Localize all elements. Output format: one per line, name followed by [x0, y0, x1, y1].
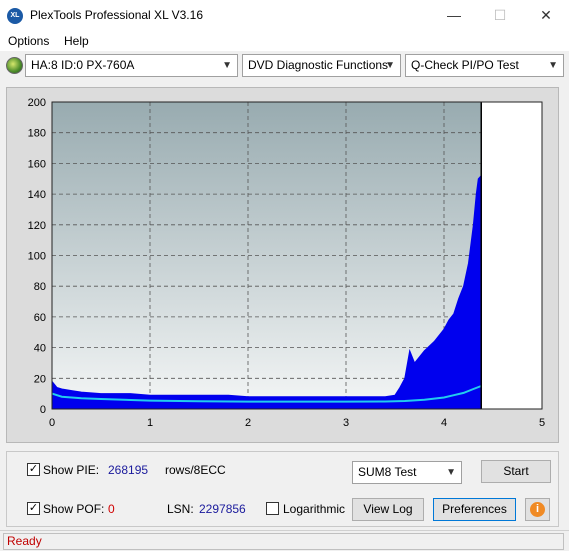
y-tick-label: 40 [34, 343, 46, 355]
x-tick-label: 0 [49, 417, 55, 429]
pie-unit: rows/8ECC [165, 463, 226, 477]
y-tick-label: 100 [28, 251, 46, 263]
y-tick-label: 20 [34, 373, 46, 385]
x-axis-ticks: 0 1 2 3 4 5 [49, 417, 545, 429]
function-select-value: DVD Diagnostic Functions [248, 58, 389, 72]
test-select-value: Q-Check PI/PO Test [411, 58, 519, 72]
start-button[interactable]: Start [481, 460, 551, 483]
chevron-down-icon: ▼ [548, 60, 558, 71]
y-tick-label: 120 [28, 220, 46, 232]
sum-test-value: SUM8 Test [358, 465, 417, 479]
menu-bar: Options Help [0, 31, 569, 51]
y-tick-label: 200 [28, 97, 46, 109]
drive-select[interactable]: HA:8 ID:0 PX-760A ▼ [25, 54, 238, 77]
show-pie-checkbox[interactable]: ✓ [27, 463, 40, 476]
y-tick-label: 160 [28, 158, 46, 170]
x-tick-label: 5 [539, 417, 545, 429]
info-button[interactable]: i [525, 498, 550, 521]
x-tick-label: 1 [147, 417, 153, 429]
view-log-button[interactable]: View Log [352, 498, 424, 521]
chart-panel: 0 20 40 60 80 100 120 140 160 180 200 0 1 2 3 4 5 [6, 87, 559, 443]
y-tick-label: 60 [34, 312, 46, 324]
show-pof-checkbox[interactable]: ✓ [27, 502, 40, 515]
y-tick-label: 180 [28, 128, 46, 140]
test-select[interactable]: Q-Check PI/PO Test ▼ [405, 54, 564, 77]
logarithmic-label: Logarithmic [283, 502, 346, 516]
maximize-icon[interactable]: ☐ [477, 0, 523, 31]
x-tick-label: 4 [441, 417, 447, 429]
x-tick-label: 3 [343, 417, 349, 429]
chevron-down-icon: ▼ [385, 60, 395, 71]
show-pof-label: Show POF: [43, 502, 105, 516]
close-icon[interactable]: ✕ [523, 0, 569, 31]
preferences-button[interactable]: Preferences [433, 498, 516, 521]
unused-area [481, 102, 542, 409]
lsn-label: LSN: [167, 502, 194, 516]
toolbar: HA:8 ID:0 PX-760A ▼ DVD Diagnostic Funct… [0, 52, 569, 80]
drive-select-value: HA:8 ID:0 PX-760A [31, 58, 135, 72]
chevron-down-icon: ▼ [222, 60, 232, 71]
menu-help[interactable]: Help [64, 34, 89, 48]
status-bar: Ready [0, 530, 569, 551]
options-panel: ✓ Show PIE: 268195 rows/8ECC SUM8 Test ▼… [6, 451, 559, 527]
disc-icon [6, 57, 23, 74]
x-tick-label: 2 [245, 417, 251, 429]
y-tick-label: 140 [28, 189, 46, 201]
y-axis-ticks: 0 20 40 60 80 100 120 140 160 180 200 [28, 97, 46, 416]
y-tick-label: 80 [34, 281, 46, 293]
window-title: PlexTools Professional XL V3.16 [30, 8, 203, 22]
y-tick-label: 0 [40, 404, 46, 416]
status-text: Ready [3, 533, 564, 550]
minimize-icon[interactable]: — [431, 0, 477, 31]
lsn-value: 2297856 [199, 502, 246, 516]
title-bar: XL PlexTools Professional XL V3.16 — ☐ ✕ [0, 0, 569, 31]
pie-chart: 0 20 40 60 80 100 120 140 160 180 200 0 1 2 3 4 5 [28, 97, 545, 429]
function-select[interactable]: DVD Diagnostic Functions ▼ [242, 54, 401, 77]
pie-value: 268195 [108, 463, 149, 477]
show-pie-label: Show PIE: [43, 463, 100, 477]
app-icon: XL [7, 8, 23, 24]
pof-value: 0 [108, 502, 115, 516]
chevron-down-icon: ▼ [446, 467, 456, 478]
sum-test-select[interactable]: SUM8 Test ▼ [352, 461, 462, 484]
logarithmic-checkbox[interactable] [266, 502, 279, 515]
info-icon: i [530, 502, 545, 517]
menu-options[interactable]: Options [8, 34, 49, 48]
